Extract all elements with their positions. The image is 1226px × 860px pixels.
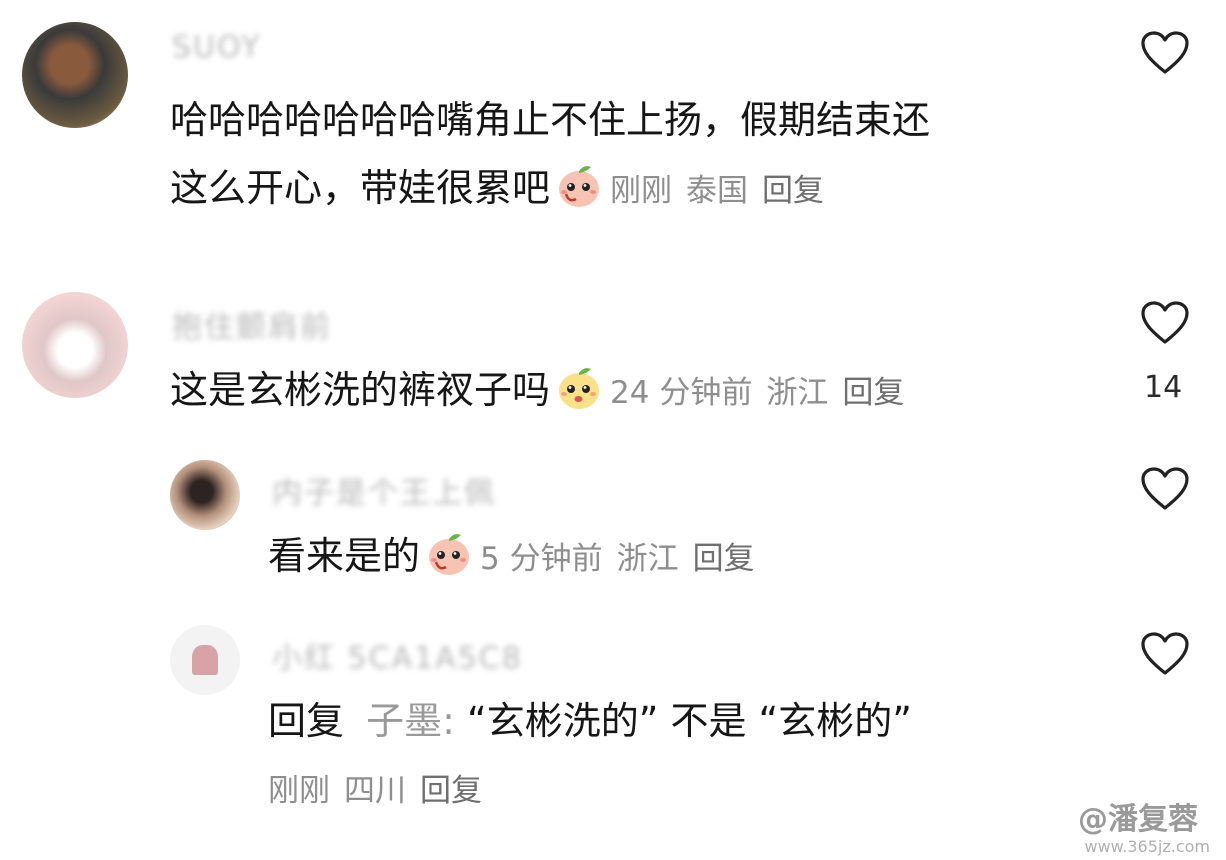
comment-location: 浙江 bbox=[766, 375, 829, 411]
comment-time: 24 分钟前 bbox=[610, 375, 753, 411]
comment-meta: 刚刚 四川 回复 bbox=[268, 757, 496, 825]
avatar-figure bbox=[192, 645, 218, 675]
comment-item: SUOY 哈哈哈哈哈哈哈嘴角止不住上扬，假期结束还 这么开心，带娃很累吧 刚刚 泰国… bbox=[0, 0, 1226, 260]
avatar[interactable] bbox=[22, 22, 128, 128]
reply-button[interactable]: 回复 bbox=[420, 773, 482, 809]
like-heart-icon[interactable] bbox=[1140, 466, 1190, 512]
reply-button[interactable]: 回复 bbox=[762, 173, 824, 209]
reply-prefix: 回复 bbox=[268, 699, 345, 743]
comment-text-row: 这是玄彬洗的裤衩子吗 24 分钟前 浙江 回复 bbox=[170, 356, 918, 427]
avatar[interactable] bbox=[22, 292, 128, 398]
comment-text-row: 看来是的 5 分钟前 浙江 回复 bbox=[268, 522, 769, 593]
comment-time: 刚刚 bbox=[268, 773, 330, 809]
comment-time: 刚刚 bbox=[610, 173, 673, 209]
comment-text-line1: 哈哈哈哈哈哈哈嘴角止不住上扬，假期结束还 bbox=[170, 98, 931, 142]
comment-text: 看来是的 bbox=[268, 534, 421, 578]
peach-face-emoji-icon bbox=[429, 534, 470, 575]
comment-text: 这是玄彬洗的裤衩子吗 bbox=[170, 368, 551, 412]
username[interactable]: 内子是个王上佩 bbox=[272, 468, 496, 512]
comment-location: 泰国 bbox=[686, 173, 749, 209]
comment-text-row: 回复 子墨: “玄彬洗的” 不是 “玄彬的” bbox=[268, 687, 912, 755]
username[interactable]: 抱住颤肩前 bbox=[172, 302, 332, 346]
comment-meta: 24 分钟前 浙江 回复 bbox=[610, 375, 918, 411]
comment-item: 抱住颤肩前 这是玄彬洗的裤衩子吗 24 分钟前 浙江 回复 14 bbox=[0, 280, 1226, 440]
reply-item: 小红 5CA1A5C8 回复 子墨: “玄彬洗的” 不是 “玄彬的” 刚刚 四川回… bbox=[0, 615, 1226, 835]
comment-location: 浙江 bbox=[616, 541, 679, 577]
username[interactable]: SUOY bbox=[172, 30, 261, 65]
reply-button[interactable]: 回复 bbox=[693, 541, 755, 577]
reply-button[interactable]: 回复 bbox=[842, 375, 904, 411]
watermark: @潘复蓉 bbox=[1078, 802, 1198, 837]
comment-text: “玄彬洗的” 不是 “玄彬的” bbox=[467, 699, 912, 743]
avatar[interactable] bbox=[170, 625, 240, 695]
comment-time: 5 分钟前 bbox=[480, 541, 603, 577]
comment-text-line2-row: 这么开心，带娃很累吧 刚刚 泰国 回复 bbox=[170, 154, 838, 225]
like-heart-icon[interactable] bbox=[1140, 631, 1190, 677]
avatar[interactable] bbox=[170, 460, 240, 530]
watermark-url: www.365jz.com bbox=[1084, 837, 1210, 856]
peach-face-emoji-icon bbox=[559, 166, 600, 207]
peach-face-emoji-icon bbox=[559, 368, 600, 409]
username[interactable]: 小红 5CA1A5C8 bbox=[272, 633, 523, 677]
like-count: 14 bbox=[1144, 370, 1183, 405]
comment-meta: 5 分钟前 浙江 回复 bbox=[480, 541, 769, 577]
reply-item: 内子是个王上佩 看来是的 5 分钟前 浙江 回复 bbox=[0, 450, 1226, 610]
comment-text-line2: 这么开心，带娃很累吧 bbox=[170, 166, 551, 210]
comment-meta: 刚刚 泰国 回复 bbox=[610, 173, 838, 209]
like-heart-icon[interactable] bbox=[1140, 30, 1190, 76]
comment-location: 四川 bbox=[344, 773, 406, 809]
like-heart-icon[interactable] bbox=[1140, 300, 1190, 346]
reply-to-name[interactable]: 子墨: bbox=[366, 699, 455, 743]
